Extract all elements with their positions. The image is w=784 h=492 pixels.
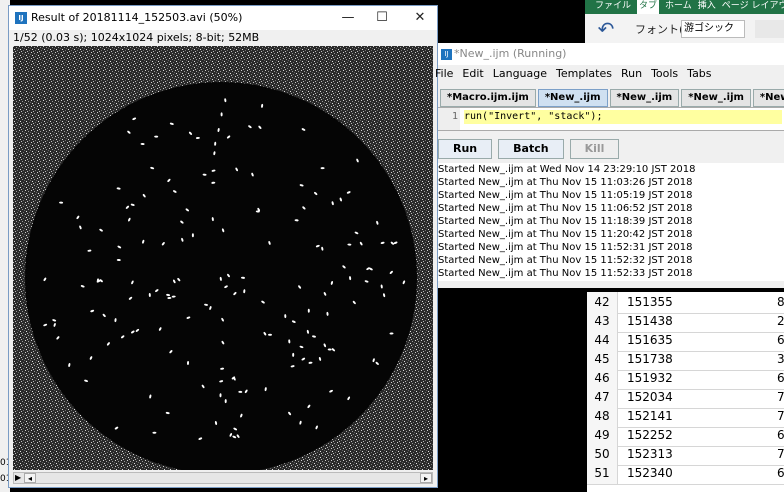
cell-value: 3 <box>777 352 784 366</box>
cell-value: 152313 <box>627 447 673 461</box>
excel-tab[interactable]: ホーム <box>665 0 692 14</box>
table-row[interactable]: 51 152340 6 <box>587 463 784 485</box>
menu-tools[interactable]: Tools <box>651 67 678 83</box>
cell-value: 151635 <box>627 333 673 347</box>
kill-button[interactable]: Kill <box>569 139 620 159</box>
image-canvas[interactable] <box>13 46 433 470</box>
cell-value: 6 <box>777 428 784 442</box>
ribbon-control[interactable] <box>755 20 784 38</box>
particle-speck <box>191 233 194 238</box>
play-icon[interactable]: ▶ <box>15 473 21 483</box>
row-index: 48 <box>587 406 618 427</box>
menu-edit[interactable]: Edit <box>462 67 483 83</box>
row-index: 42 <box>587 292 618 313</box>
excel-ribbon: ↶ フォント(F): 游ゴシック <box>585 14 784 45</box>
cell-value: 151355 <box>627 295 673 309</box>
row-index: 43 <box>587 311 618 332</box>
cell-value: 7 <box>777 447 784 461</box>
particle-speck <box>220 112 223 117</box>
run-button[interactable]: Run <box>438 139 493 159</box>
log-line: Started New_.ijm at Wed Nov 14 23:29:10 … <box>438 164 696 175</box>
close-button[interactable]: ✕ <box>407 8 433 28</box>
scroll-right-arrow[interactable]: ▸ <box>420 473 432 483</box>
batch-button[interactable]: Batch <box>498 139 564 159</box>
tab-new[interactable]: *New_.ijm <box>609 89 680 107</box>
menu-run[interactable]: Run <box>621 67 642 83</box>
dish-circle <box>25 82 417 470</box>
excel-tab[interactable]: ファイル <box>595 0 631 14</box>
minimize-button[interactable]: — <box>335 8 361 28</box>
image-window-titlebar[interactable]: IJ Result of 20181114_152503.avi (50%) —… <box>9 6 437 30</box>
log-line: Started New_.ijm at Thu Nov 15 11:20:42 … <box>438 229 693 240</box>
editor-menubar: File Edit Language Templates Run Tools T… <box>435 67 712 83</box>
stack-slider[interactable]: ▶ ◂ ▸ <box>13 472 433 484</box>
row-index: 50 <box>587 444 618 465</box>
tab-new-active[interactable]: *New_.ijm <box>537 89 608 107</box>
excel-window-partial: ファイル タブ ホーム 挿入 ページ レイアウト ↶ フォント(F): 游ゴシッ… <box>585 0 784 45</box>
excel-tab-selected[interactable]: タブ <box>637 0 660 14</box>
log-line: Started New_.ijm at Thu Nov 15 11:05:19 … <box>438 190 693 201</box>
editor-title: *New_.ijm (Running) <box>454 47 567 60</box>
imagej-app-icon: IJ <box>441 49 452 60</box>
results-table: 42 151355 8 43 151438 2 44 151635 6 45 151738 3 … <box>587 292 784 492</box>
row-index: 51 <box>587 463 618 484</box>
log-line: Started New_.ijm at Thu Nov 15 11:52:32 … <box>438 255 693 266</box>
cell-value: 152141 <box>627 409 673 423</box>
code-editor[interactable]: 1 run("Invert", "stack"); <box>438 107 784 131</box>
editor-titlebar[interactable]: IJ *New_.ijm (Running) <box>438 43 784 65</box>
code-line[interactable]: run("Invert", "stack"); <box>464 110 782 124</box>
undo-icon[interactable]: ↶ <box>595 18 617 40</box>
tab-new[interactable]: *New_.ijm <box>681 89 751 107</box>
excel-ribbon-tabs: ファイル タブ ホーム 挿入 ページ レイアウト <box>585 0 784 14</box>
cell-value: 7 <box>777 409 784 423</box>
menu-templates[interactable]: Templates <box>556 67 612 83</box>
excel-tab[interactable]: 挿入 <box>698 0 716 14</box>
row-index: 46 <box>587 368 618 389</box>
line-number: 1 <box>438 108 460 130</box>
log-line: Started New_.ijm at Thu Nov 15 11:18:39 … <box>438 216 693 227</box>
log-line: Started New_.ijm at Thu Nov 15 11:06:52 … <box>438 203 693 214</box>
row-index: 44 <box>587 330 618 351</box>
row-index: 47 <box>587 387 618 408</box>
cell-value: 8 <box>777 295 784 309</box>
font-select[interactable]: 游ゴシック <box>681 20 745 38</box>
cell-value: 6 <box>777 333 784 347</box>
row-index: 45 <box>587 349 618 370</box>
log-line: Started New_.ijm at Thu Nov 15 11:52:33 … <box>438 268 693 279</box>
image-window: IJ Result of 20181114_152503.avi (50%) —… <box>8 5 438 488</box>
menu-language[interactable]: Language <box>493 67 547 83</box>
cell-value: 6 <box>777 466 784 480</box>
menu-tabs[interactable]: Tabs <box>687 67 711 83</box>
excel-tab[interactable]: ページ レイアウト <box>722 0 784 14</box>
editor-tabs: *Macro.ijm.ijm *New_.ijm *New_.ijm *New_… <box>440 89 784 107</box>
cell-value: 151738 <box>627 352 673 366</box>
cell-value: 2 <box>777 314 784 328</box>
cell-value: 152034 <box>627 390 673 404</box>
tab-new[interactable]: *New_.ijm <box>752 89 784 107</box>
log-line: Started New_.ijm at Thu Nov 15 11:52:31 … <box>438 242 693 253</box>
particle-speck <box>268 333 272 336</box>
editor-button-row: Run Batch Kill <box>438 139 620 161</box>
cell-value: 152252 <box>627 428 673 442</box>
cell-value: 152340 <box>627 466 673 480</box>
cell-value: 6 <box>777 371 784 385</box>
log-line: Started New_.ijm at Thu Nov 15 11:03:26 … <box>438 177 693 188</box>
image-window-title: Result of 20181114_152503.avi (50%) <box>31 11 243 24</box>
menu-file[interactable]: File <box>435 67 453 83</box>
row-index: 49 <box>587 425 618 446</box>
output-log: Started New_.ijm at Wed Nov 14 23:29:10 … <box>438 163 784 281</box>
imagej-app-icon: IJ <box>15 12 27 24</box>
maximize-button[interactable]: ☐ <box>369 8 395 28</box>
cell-value: 7 <box>777 390 784 404</box>
scroll-left-arrow[interactable]: ◂ <box>24 473 36 483</box>
cell-value: 151932 <box>627 371 673 385</box>
cell-value: 151438 <box>627 314 673 328</box>
tab-macro[interactable]: *Macro.ijm.ijm <box>440 89 536 107</box>
image-info: 1/52 (0.03 s); 1024x1024 pixels; 8-bit; … <box>13 31 260 44</box>
macro-editor-window: IJ *New_.ijm (Running) File Edit Languag… <box>435 43 784 288</box>
image-content <box>13 46 433 470</box>
